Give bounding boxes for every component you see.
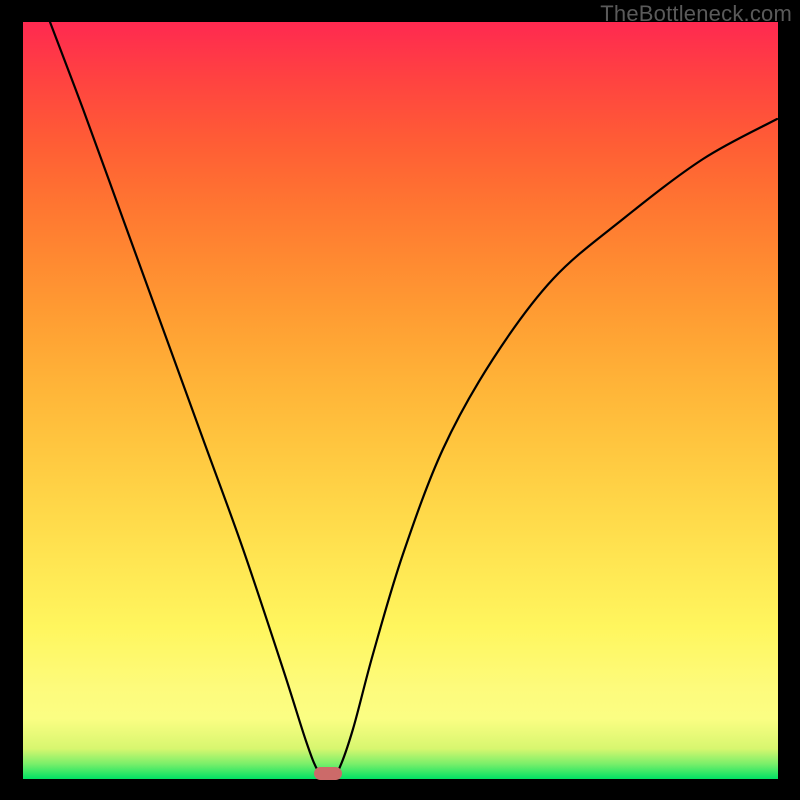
plot-area bbox=[23, 22, 778, 779]
minimum-marker bbox=[314, 767, 342, 780]
bottleneck-curve bbox=[23, 22, 778, 779]
chart-frame: TheBottleneck.com bbox=[0, 0, 800, 800]
watermark-text: TheBottleneck.com bbox=[600, 1, 792, 27]
